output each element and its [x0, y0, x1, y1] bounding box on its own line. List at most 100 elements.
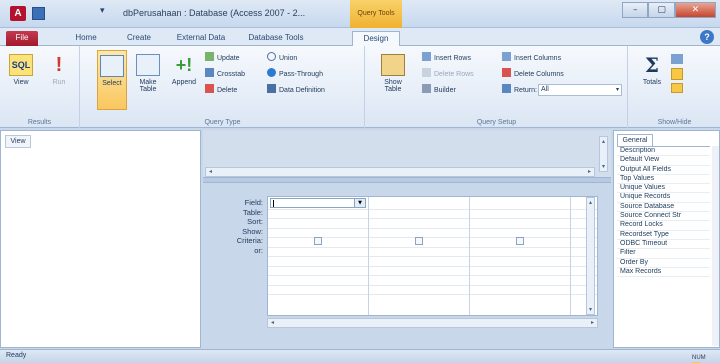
scroll-down-icon[interactable]: ▾ — [600, 162, 607, 171]
property-item[interactable]: ODBC Timeout — [617, 240, 710, 250]
property-item[interactable]: Source Connect Str — [617, 212, 710, 222]
save-icon[interactable] — [32, 7, 45, 20]
scroll-left-icon[interactable]: ◂ — [206, 168, 215, 176]
view-button[interactable]: SQL View — [6, 50, 36, 110]
builder-wand-icon — [422, 84, 431, 93]
sigma-icon: Σ — [644, 53, 660, 77]
customize-quick-access-icon[interactable]: ▾ — [100, 6, 105, 16]
data-definition-button[interactable]: Data Definition — [267, 84, 325, 96]
text-caret — [273, 200, 274, 207]
return-label: Return: — [502, 84, 537, 96]
scroll-up-icon[interactable]: ▴ — [587, 198, 594, 207]
table-names-icon[interactable] — [671, 83, 683, 93]
close-button[interactable]: ✕ — [674, 2, 716, 18]
row-label-table: Table: — [242, 207, 263, 217]
insert-rows-button[interactable]: Insert Rows — [422, 52, 471, 64]
append-button[interactable]: +! Append — [169, 50, 199, 110]
totals-button[interactable]: Σ Totals — [637, 50, 667, 110]
insert-columns-button[interactable]: Insert Columns — [502, 52, 561, 64]
tab-create[interactable]: Create — [120, 31, 158, 46]
insert-rows-icon — [422, 52, 431, 61]
row-label-or: or: — [254, 245, 263, 255]
union-button[interactable]: Union — [267, 52, 297, 64]
make-table-button[interactable]: Make Table — [133, 50, 163, 110]
grid-column-3[interactable] — [470, 197, 571, 315]
show-checkbox[interactable] — [516, 237, 524, 245]
property-item[interactable]: Source Database — [617, 203, 710, 213]
scroll-left-icon[interactable]: ◂ — [268, 319, 277, 327]
delete-rows-button[interactable]: Delete Rows — [422, 68, 474, 80]
property-item[interactable]: Default View — [617, 156, 710, 166]
property-item[interactable]: Order By — [617, 259, 710, 268]
help-icon[interactable]: ? — [700, 30, 714, 44]
crosstab-button[interactable]: Crosstab — [205, 68, 245, 80]
design-grid-horizontal-scrollbar[interactable]: ◂ ▸ — [267, 318, 598, 328]
delete-query-button[interactable]: Delete — [205, 84, 237, 96]
show-table-label: Show Table — [384, 79, 402, 93]
show-checkbox[interactable] — [415, 237, 423, 245]
property-item[interactable]: Max Records — [617, 268, 710, 278]
query-type-group-label: Query Type — [204, 119, 241, 126]
design-grid[interactable]: ▼ ▴ ▾ — [267, 196, 598, 316]
append-label: Append — [171, 79, 197, 86]
property-item[interactable]: Record Locks — [617, 221, 710, 231]
view-tab[interactable]: View — [5, 135, 31, 148]
crosstab-icon — [205, 68, 214, 77]
run-exclamation-icon: ! — [55, 54, 63, 76]
pane-splitter[interactable] — [203, 178, 611, 183]
table-pane-vertical-scrollbar[interactable]: ▴ ▾ — [599, 136, 608, 172]
builder-button[interactable]: Builder — [422, 84, 456, 96]
design-grid-vertical-scrollbar[interactable]: ▴ ▾ — [586, 197, 595, 315]
select-query-button[interactable]: Select — [97, 50, 127, 110]
field-combo-box[interactable]: ▼ — [270, 198, 366, 208]
tab-file[interactable]: File — [6, 31, 38, 46]
property-list: Description Default View Output All Fiel… — [617, 146, 710, 278]
union-icon — [267, 52, 276, 61]
row-label-criteria: Criteria: — [236, 236, 263, 245]
status-text: Ready — [6, 352, 27, 359]
tab-database-tools[interactable]: Database Tools — [240, 31, 312, 46]
results-group-label: Results — [27, 119, 52, 126]
run-button[interactable]: ! Run — [44, 50, 74, 110]
delete-columns-button[interactable]: Delete Columns — [502, 68, 564, 80]
pass-through-button[interactable]: Pass-Through — [267, 68, 323, 80]
title-bar: A ▾ dbPerusahaan : Database (Access 2007… — [0, 0, 720, 28]
window-title: dbPerusahaan : Database (Access 2007 - 2… — [123, 8, 306, 18]
property-item[interactable]: Output All Fields — [617, 166, 710, 175]
tab-external-data[interactable]: External Data — [172, 31, 230, 46]
sql-view-icon: SQL — [9, 54, 33, 76]
access-app-icon[interactable]: A — [10, 6, 26, 21]
property-item[interactable]: Recordset Type — [617, 231, 710, 240]
property-item[interactable]: Unique Values — [617, 184, 710, 194]
maximize-button[interactable]: ▢ — [648, 2, 675, 18]
property-item[interactable]: Top Values — [617, 175, 710, 185]
property-item[interactable]: Description — [617, 147, 710, 157]
update-button[interactable]: Update — [205, 52, 240, 64]
grid-column-1[interactable]: ▼ — [268, 197, 369, 315]
delete-rows-icon — [422, 68, 431, 77]
data-definition-icon — [267, 84, 276, 93]
property-item[interactable]: Filter — [617, 249, 710, 259]
num-lock-indicator: NUM — [692, 355, 706, 361]
scroll-right-icon[interactable]: ▸ — [585, 168, 594, 176]
scroll-right-icon[interactable]: ▸ — [588, 319, 597, 327]
select-label: Select — [102, 80, 122, 87]
row-label-show: Show: — [242, 226, 263, 236]
property-sheet-scrollbar[interactable] — [712, 146, 719, 346]
show-table-button[interactable]: Show Table — [378, 50, 408, 110]
tab-home[interactable]: Home — [68, 31, 104, 46]
table-pane-horizontal-scrollbar[interactable]: ◂ ▸ — [205, 167, 595, 177]
property-item[interactable]: Unique Records — [617, 193, 710, 203]
tab-general[interactable]: General — [617, 134, 653, 146]
property-sheet-icon[interactable] — [671, 68, 683, 80]
chevron-down-icon[interactable]: ▼ — [354, 199, 365, 207]
parameters-icon[interactable] — [671, 54, 683, 64]
grid-column-2[interactable] — [369, 197, 470, 315]
scroll-down-icon[interactable]: ▾ — [587, 305, 594, 314]
show-checkbox[interactable] — [314, 237, 322, 245]
minimize-button[interactable]: – — [622, 2, 649, 18]
return-dropdown[interactable]: All ▾ — [538, 84, 622, 96]
window-controls: – ▢ ✕ — [622, 2, 716, 18]
tab-design[interactable]: Design — [352, 31, 400, 46]
scroll-up-icon[interactable]: ▴ — [600, 137, 607, 146]
